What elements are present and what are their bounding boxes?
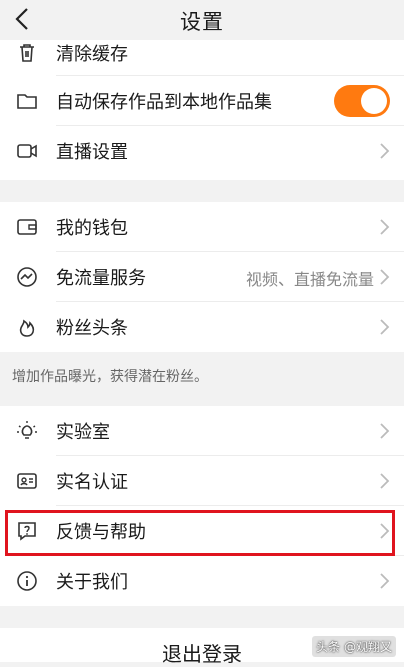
chevron-right-icon bbox=[378, 422, 390, 440]
about-row[interactable]: 关于我们 bbox=[0, 556, 404, 606]
verification-label: 实名认证 bbox=[56, 472, 128, 493]
data-free-label: 免流量服务 bbox=[56, 268, 146, 289]
clear-cache-row[interactable]: 清除缓存 bbox=[0, 34, 404, 76]
fans-headline-hint: 增加作品曝光，获得潜在粉丝。 bbox=[12, 369, 208, 385]
wallet-icon bbox=[16, 216, 38, 238]
feedback-highlight-box bbox=[5, 510, 395, 556]
live-settings-row[interactable]: 直播设置 bbox=[0, 126, 404, 176]
data-free-value: 视频、直播免流量 bbox=[245, 270, 374, 289]
fans-headline-row[interactable]: 粉丝头条 bbox=[0, 302, 404, 352]
fans-headline-label: 粉丝头条 bbox=[56, 318, 128, 339]
settings-group-storage: 清除缓存 自动保存作品到本地作品集 直播设置 bbox=[0, 40, 404, 180]
autosave-label: 自动保存作品到本地作品集 bbox=[56, 92, 272, 113]
chevron-right-icon bbox=[378, 142, 390, 160]
watermark: 头条 @观翔又 bbox=[312, 636, 396, 657]
page-title: 设置 bbox=[180, 10, 224, 34]
chevron-right-icon bbox=[378, 572, 390, 590]
traffic-icon bbox=[16, 266, 38, 288]
chevron-right-icon bbox=[378, 218, 390, 236]
autosave-toggle[interactable] bbox=[334, 85, 390, 117]
flame-icon bbox=[16, 316, 38, 338]
chevron-right-icon bbox=[378, 268, 390, 286]
live-settings-label: 直播设置 bbox=[56, 142, 128, 163]
settings-group-services: 我的钱包 免流量服务 视频、直播免流量 粉丝头条 bbox=[0, 202, 404, 352]
verification-row[interactable]: 实名认证 bbox=[0, 456, 404, 506]
settings-group-general: 实验室 实名认证 反馈与帮助 关于我们 bbox=[0, 406, 404, 606]
wallet-label: 我的钱包 bbox=[56, 218, 128, 239]
chevron-right-icon bbox=[378, 472, 390, 490]
id-card-icon bbox=[16, 470, 38, 492]
clear-cache-label: 清除缓存 bbox=[56, 44, 128, 65]
lab-label: 实验室 bbox=[56, 422, 110, 443]
video-camera-icon bbox=[16, 140, 38, 162]
lab-row[interactable]: 实验室 bbox=[0, 406, 404, 456]
wallet-row[interactable]: 我的钱包 bbox=[0, 202, 404, 252]
toggle-knob bbox=[361, 88, 387, 114]
trash-icon bbox=[16, 42, 38, 64]
lightbulb-icon bbox=[16, 420, 38, 442]
chevron-right-icon bbox=[378, 318, 390, 336]
folder-icon bbox=[16, 90, 38, 112]
about-label: 关于我们 bbox=[56, 572, 128, 593]
info-icon bbox=[16, 570, 38, 592]
data-free-row[interactable]: 免流量服务 视频、直播免流量 bbox=[0, 252, 404, 302]
autosave-row: 自动保存作品到本地作品集 bbox=[0, 76, 404, 126]
